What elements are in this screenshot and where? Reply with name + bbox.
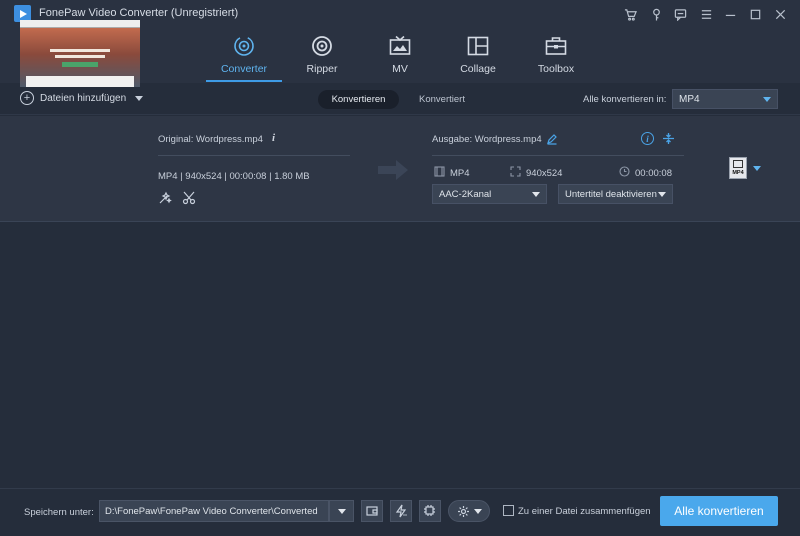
tab-mv-label: MV — [392, 63, 408, 75]
audio-track-value: AAC-2Kanal — [439, 188, 492, 200]
save-to-label: Speichern unter: — [24, 507, 94, 518]
audio-track-select[interactable]: AAC-2Kanal — [432, 184, 547, 204]
arrow-right-icon — [376, 158, 410, 182]
convert-all-format-select[interactable]: MP4 — [672, 89, 778, 109]
gear-icon — [457, 505, 469, 517]
tab-toolbox[interactable]: Toolbox — [516, 32, 596, 82]
merge-label[interactable]: Zu einer Datei zusammenfügen — [518, 506, 651, 517]
compress-icon[interactable] — [662, 132, 675, 145]
output-duration: 00:00:08 — [635, 168, 672, 179]
output-format-button[interactable]: MP4 — [729, 157, 747, 179]
divider — [432, 155, 684, 156]
tab-collage[interactable]: Collage — [438, 32, 518, 82]
edit-icon[interactable] — [546, 133, 558, 145]
output-filename: Ausgabe: Wordpress.mp4 — [432, 134, 542, 145]
subtitle-value: Untertitel deaktivieren — [565, 188, 657, 200]
film-icon — [434, 166, 445, 177]
active-tab-indicator — [206, 80, 282, 82]
tab-converter-label: Converter — [220, 63, 268, 75]
gpu-accel-button[interactable] — [419, 500, 441, 522]
tab-ripper[interactable]: Ripper — [282, 32, 362, 82]
feedback-icon[interactable] — [671, 5, 689, 23]
chevron-down-icon — [658, 191, 666, 197]
converter-icon — [234, 36, 254, 56]
merge-checkbox[interactable] — [503, 505, 514, 516]
maximize-icon[interactable] — [746, 5, 764, 23]
chevron-down-icon — [532, 191, 540, 197]
lightning-off-icon — [395, 504, 407, 518]
tv-icon — [389, 35, 411, 55]
open-folder-button[interactable] — [361, 500, 383, 522]
tab-collage-label: Collage — [460, 63, 496, 75]
settings-button[interactable] — [448, 500, 490, 522]
output-resolution: 940x524 — [526, 168, 563, 179]
collage-icon — [467, 36, 489, 56]
tab-converted[interactable]: Konvertiert — [409, 90, 475, 109]
convert-all-button[interactable]: Alle konvertieren — [660, 496, 778, 526]
window-title: FonePaw Video Converter (Unregistriert) — [39, 7, 239, 19]
cart-icon[interactable] — [621, 5, 639, 23]
chip-off-icon — [424, 505, 435, 516]
tab-ripper-label: Ripper — [306, 63, 338, 75]
source-filename: Original: Wordpress.mp4 — [158, 134, 263, 145]
convert-all-format-value: MP4 — [679, 93, 700, 105]
resolution-icon — [510, 166, 521, 177]
output-format: MP4 — [450, 168, 470, 179]
chevron-down-icon[interactable] — [753, 166, 761, 171]
film-icon — [733, 160, 743, 168]
enhance-icon[interactable] — [158, 191, 172, 205]
tab-converter[interactable]: Converter — [204, 32, 284, 82]
folder-icon — [366, 506, 378, 516]
add-icon: + — [20, 91, 34, 105]
menu-icon[interactable] — [697, 5, 715, 23]
save-path-field[interactable]: D:\FonePaw\FonePaw Video Converter\Conve… — [99, 500, 329, 522]
scissors-icon[interactable] — [182, 191, 196, 205]
add-files-button[interactable]: + Dateien hinzufügen — [20, 91, 144, 105]
tab-mv[interactable]: MV — [360, 32, 440, 82]
hardware-accel-button[interactable] — [390, 500, 412, 522]
convert-all-to-label: Alle konvertieren in: — [583, 94, 667, 105]
toolbox-icon — [545, 37, 567, 55]
key-icon[interactable] — [647, 5, 665, 23]
tab-toolbox-label: Toolbox — [537, 63, 575, 75]
divider — [158, 155, 350, 156]
add-files-label: Dateien hinzufügen — [40, 92, 127, 104]
info-icon[interactable]: i — [272, 132, 275, 144]
chevron-down-icon — [473, 508, 482, 514]
chevron-down-icon — [337, 508, 346, 514]
chevron-down-icon[interactable] — [135, 95, 144, 101]
format-badge-label: MP4 — [732, 170, 744, 176]
video-thumbnail[interactable] — [20, 20, 140, 87]
source-metadata: MP4 | 940x524 | 00:00:08 | 1.80 MB — [158, 171, 310, 182]
chevron-down-icon — [763, 96, 771, 102]
clock-icon — [619, 166, 630, 177]
close-icon[interactable] — [771, 5, 789, 23]
output-info-icon[interactable]: i — [641, 132, 654, 145]
disc-icon — [312, 36, 332, 56]
minimize-icon[interactable] — [721, 5, 739, 23]
subtitle-select[interactable]: Untertitel deaktivieren — [558, 184, 673, 204]
save-path-dropdown[interactable] — [329, 500, 354, 522]
tab-converting[interactable]: Konvertieren — [318, 90, 399, 109]
